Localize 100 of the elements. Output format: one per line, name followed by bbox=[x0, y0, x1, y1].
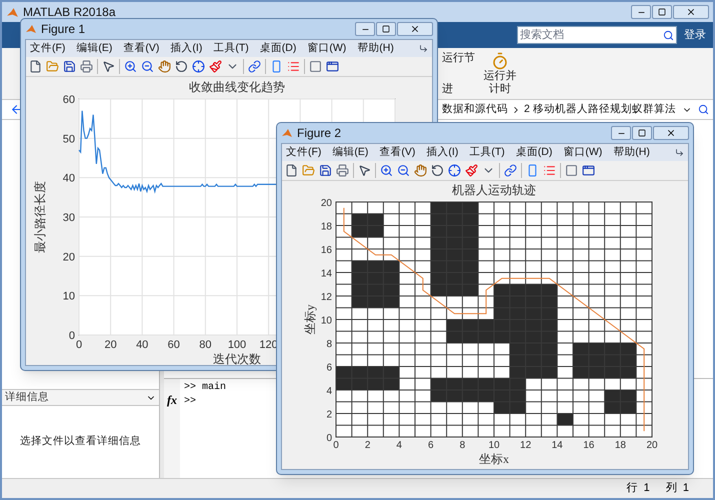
search-input[interactable]: 搜索文档 bbox=[520, 26, 663, 44]
close-button[interactable] bbox=[673, 5, 709, 19]
breadcrumb[interactable]: 数据和源代码 bbox=[442, 102, 508, 118]
dock-arrow-icon[interactable] bbox=[419, 44, 428, 53]
menu-item[interactable]: 桌面(D) bbox=[260, 40, 296, 56]
folder-icon[interactable] bbox=[302, 164, 315, 177]
square-icon[interactable] bbox=[309, 60, 322, 73]
tick-label: 50 bbox=[62, 133, 75, 146]
maximize-icon bbox=[382, 25, 390, 33]
logo-icon bbox=[25, 23, 37, 35]
sign-in-link[interactable]: 登录 bbox=[681, 26, 709, 44]
square-icon[interactable] bbox=[565, 164, 578, 177]
function-icon[interactable]: fx bbox=[167, 393, 177, 407]
menu-item[interactable]: 文件(F) bbox=[286, 144, 322, 160]
search-icon[interactable] bbox=[698, 104, 709, 115]
legend-icon[interactable] bbox=[287, 60, 300, 73]
menu-item[interactable]: 编辑(E) bbox=[332, 144, 368, 160]
menu-item[interactable]: 窗口(W) bbox=[307, 40, 346, 56]
close-icon bbox=[686, 7, 696, 17]
close-icon bbox=[666, 128, 676, 138]
hand-icon[interactable] bbox=[414, 164, 427, 177]
breadcrumb[interactable]: 2 移动机器人路径规划蚁群算法 bbox=[524, 102, 676, 118]
minimize-button[interactable] bbox=[355, 22, 375, 36]
minimize-button[interactable] bbox=[631, 5, 651, 19]
folder-icon[interactable] bbox=[46, 60, 59, 73]
menu-item[interactable]: 插入(I) bbox=[426, 144, 458, 160]
pointer-icon[interactable] bbox=[358, 164, 371, 177]
zoom-in-icon[interactable] bbox=[124, 60, 137, 73]
menu-item[interactable]: 帮助(H) bbox=[613, 144, 650, 160]
link-icon[interactable] bbox=[504, 164, 517, 177]
maximize-button[interactable] bbox=[652, 5, 672, 19]
tick-label: 0 bbox=[333, 440, 339, 451]
axis-title: 迭代次数 bbox=[213, 352, 261, 365]
tick-label: 0 bbox=[326, 433, 332, 444]
menu-item[interactable]: 帮助(H) bbox=[357, 40, 394, 56]
maximize-button[interactable] bbox=[376, 22, 396, 36]
minimize-button[interactable] bbox=[611, 126, 631, 140]
window-icon[interactable] bbox=[582, 164, 595, 177]
back-arrow-icon[interactable] bbox=[10, 103, 23, 116]
menu-item[interactable]: 窗口(W) bbox=[563, 144, 602, 160]
zoom-in-icon[interactable] bbox=[380, 164, 393, 177]
menu-item[interactable]: 文件(F) bbox=[30, 40, 66, 56]
rotate-icon[interactable] bbox=[431, 164, 444, 177]
new-file-icon[interactable] bbox=[285, 164, 298, 177]
tick-label: 12 bbox=[320, 292, 332, 303]
legend-icon[interactable] bbox=[543, 164, 556, 177]
axis-title: 最小路径长度 bbox=[33, 181, 47, 253]
tick-label: 20 bbox=[104, 339, 117, 351]
brush-icon[interactable] bbox=[465, 164, 478, 177]
hand-icon[interactable] bbox=[158, 60, 171, 73]
tick-label: 20 bbox=[320, 198, 332, 209]
ribbon-button[interactable]: 进 bbox=[442, 80, 475, 97]
tick-label: 6 bbox=[428, 440, 434, 451]
dock-arrow-icon[interactable] bbox=[675, 148, 684, 157]
tick-label: 14 bbox=[552, 440, 563, 451]
menu-item[interactable]: 桌面(D) bbox=[516, 144, 552, 160]
ribbon-button[interactable]: 运行节 bbox=[442, 50, 475, 66]
menu-item[interactable]: 工具(T) bbox=[469, 144, 505, 160]
save-icon[interactable] bbox=[319, 164, 332, 177]
tick-label: 10 bbox=[320, 316, 332, 326]
menu-item[interactable]: 编辑(E) bbox=[76, 40, 112, 56]
crosshair-icon[interactable] bbox=[192, 60, 205, 73]
window-icon[interactable] bbox=[326, 60, 339, 73]
menu-item[interactable]: 插入(I) bbox=[170, 40, 202, 56]
save-icon[interactable] bbox=[63, 60, 76, 73]
menu-item[interactable]: 工具(T) bbox=[213, 40, 249, 56]
crosshair-icon[interactable] bbox=[448, 164, 461, 177]
print-icon[interactable] bbox=[336, 164, 349, 177]
tick-label: 16 bbox=[320, 245, 332, 256]
details-header[interactable]: 详细信息 bbox=[2, 389, 159, 406]
tick-label: 16 bbox=[583, 440, 594, 451]
run-and-time-button[interactable]: 运行并计时 bbox=[481, 52, 519, 96]
tick-label: 40 bbox=[136, 339, 148, 351]
colorbar-icon[interactable] bbox=[526, 164, 539, 177]
tick-label: 4 bbox=[326, 386, 332, 397]
brush-icon[interactable] bbox=[209, 60, 222, 73]
tick-label: 10 bbox=[488, 440, 500, 451]
search-field[interactable]: 搜索文档 bbox=[517, 26, 677, 44]
close-button[interactable] bbox=[653, 126, 689, 140]
tick-label: 100 bbox=[228, 339, 246, 351]
tick-label: 4 bbox=[396, 440, 402, 451]
maximize-button[interactable] bbox=[632, 126, 652, 140]
menu-item[interactable]: 查看(V) bbox=[379, 144, 416, 160]
link-icon[interactable] bbox=[248, 60, 261, 73]
search-icon[interactable] bbox=[663, 30, 674, 40]
pointer-icon[interactable] bbox=[102, 60, 115, 73]
print-icon[interactable] bbox=[80, 60, 93, 73]
maximize-icon bbox=[658, 8, 666, 16]
zoom-out-icon[interactable] bbox=[397, 164, 410, 177]
colorbar-icon[interactable] bbox=[270, 60, 283, 73]
rotate-icon[interactable] bbox=[175, 60, 188, 73]
close-button[interactable] bbox=[397, 22, 433, 36]
tick-label: 60 bbox=[62, 94, 75, 106]
tick-label: 0 bbox=[76, 339, 82, 351]
zoom-out-icon[interactable] bbox=[141, 60, 154, 73]
new-file-icon[interactable] bbox=[29, 60, 42, 73]
maximize-icon bbox=[638, 129, 646, 137]
tick-label: 2 bbox=[364, 440, 370, 451]
menu-item[interactable]: 查看(V) bbox=[123, 40, 160, 56]
window-title: Figure 2 bbox=[297, 125, 342, 142]
